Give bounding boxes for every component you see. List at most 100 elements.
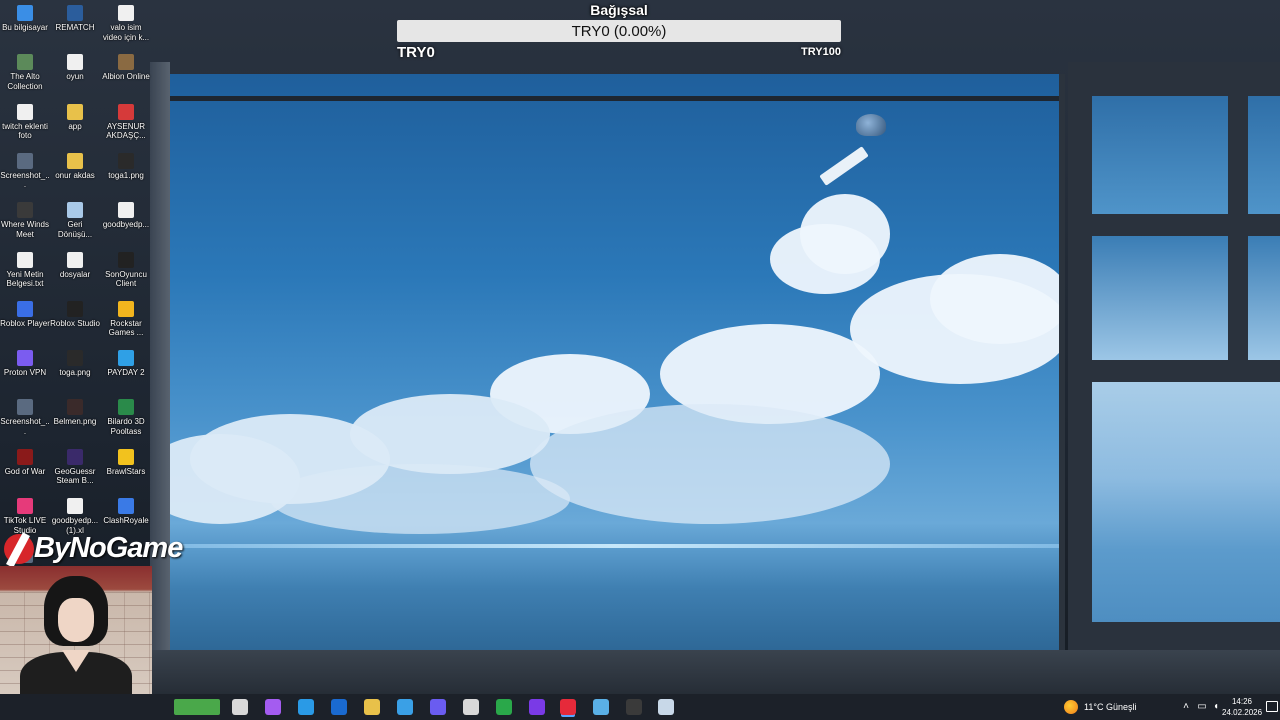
- desktop-icon-label: BrawlStars: [106, 466, 146, 476]
- desktop-icon-label: GeoGuessr Steam B...: [54, 466, 96, 486]
- discord-icon[interactable]: [430, 699, 446, 715]
- cloud: [530, 404, 890, 524]
- brand-mark-icon: [4, 534, 34, 564]
- desktop-icon[interactable]: Bilardo 3D Pooltass: [101, 394, 151, 436]
- desktop-icon[interactable]: Roblox Player: [0, 296, 50, 329]
- desktop-icon[interactable]: REMATCH: [50, 0, 100, 33]
- desktop-icon-label: Bu bilgisayar: [2, 23, 48, 32]
- desktop-icon[interactable]: app: [50, 99, 100, 132]
- desktop-icon[interactable]: Where Winds Meet: [0, 197, 50, 239]
- desktop-icon[interactable]: Screenshot_...: [0, 394, 50, 436]
- donation-min-label: TRY0: [397, 44, 435, 61]
- desktop-icon[interactable]: goodbyedp... (1).xl: [50, 493, 100, 535]
- clock[interactable]: 14:26 24.02.2026: [1222, 696, 1262, 718]
- desktop-icon[interactable]: AYSENUR AKDAŞÇ...: [101, 99, 151, 141]
- desktop-icon[interactable]: Rockstar Games ...: [101, 296, 151, 338]
- desktop-icon-label: The Alto Collection: [7, 72, 43, 91]
- edge-icon[interactable]: [298, 699, 314, 715]
- brawlstars-icon: [118, 448, 134, 465]
- search-box-icon[interactable]: [174, 699, 220, 715]
- notes-app-icon[interactable]: [496, 699, 512, 715]
- steam-icon[interactable]: [658, 699, 674, 715]
- desktop-icon[interactable]: goodbyedp...: [101, 197, 151, 230]
- desktop-icon[interactable]: twitch eklenti foto: [0, 99, 50, 141]
- desktop-icon-label: Roblox Studio: [50, 318, 100, 328]
- desktop-icon-label: Belmen.png: [53, 417, 97, 427]
- god-of-war-icon: [17, 448, 33, 465]
- desktop-icon-label: Geri Dönüşü...: [57, 220, 93, 239]
- desktop-icon[interactable]: Proton VPN: [0, 345, 50, 378]
- desktop-icon-label: Rockstar Games ...: [108, 318, 144, 338]
- text-file-icon: [17, 251, 33, 268]
- window-pane: [1092, 96, 1228, 214]
- webcam-overlay: [0, 566, 152, 696]
- file-explorer-icon[interactable]: [364, 699, 380, 715]
- albion-game-icon: [118, 54, 134, 71]
- streamer-face: [58, 598, 94, 642]
- desktop-icon-label: ClashRoyale: [103, 516, 149, 525]
- desktop-icon[interactable]: God of War: [0, 444, 50, 477]
- desktop-icon-grid: Bu bilgisayar REMATCH valo isim video için…: [0, 0, 152, 584]
- image-icon: [67, 350, 83, 367]
- desktop-icon[interactable]: Yeni Metin Belgesi.txt: [0, 247, 50, 289]
- weather-icon[interactable]: [1064, 700, 1078, 714]
- desktop-icon[interactable]: PAYDAY 2: [101, 345, 151, 378]
- desktop-icon[interactable]: Screenshot_...: [0, 148, 50, 190]
- desktop-icon[interactable]: GeoGuessr Steam B...: [50, 444, 100, 486]
- desktop-icon[interactable]: Belmen.png: [50, 394, 100, 427]
- desktop-icon[interactable]: toga.png: [50, 345, 100, 378]
- desktop-icon[interactable]: Roblox Studio: [50, 296, 100, 329]
- network-icon[interactable]: ▭: [1196, 701, 1208, 713]
- image-icon: [17, 399, 33, 416]
- desktop-icon[interactable]: TikTok LIVE Studio: [0, 493, 50, 535]
- task-view-icon[interactable]: [232, 699, 248, 715]
- taskbar: 11°C Güneşli ˄ ▭ ◖ 14:26 24.02.2026: [0, 694, 1280, 720]
- desktop-icon-label: Roblox Player: [0, 318, 50, 328]
- desktop-icon[interactable]: dosyalar: [50, 247, 100, 280]
- copilot-icon[interactable]: [265, 699, 281, 715]
- microsoft-store-icon[interactable]: [397, 699, 413, 715]
- desktop-icon[interactable]: SonOyuncu Client: [101, 247, 151, 289]
- file-icon: [67, 498, 83, 514]
- cloud: [800, 194, 890, 274]
- donation-max-label: TRY100: [801, 46, 841, 58]
- desktop-icon[interactable]: The Alto Collection: [0, 49, 50, 91]
- recycle-bin-icon: [67, 202, 83, 219]
- clipchamp-icon[interactable]: [529, 699, 545, 715]
- desktop-icon[interactable]: ClashRoyale: [101, 493, 151, 526]
- folder-icon: [67, 103, 83, 120]
- file-icon: [67, 251, 83, 268]
- desktop-icon[interactable]: Bu bilgisayar: [0, 0, 50, 33]
- desktop-icon[interactable]: BrawlStars: [101, 444, 151, 477]
- desktop-icon-label: Yeni Metin Belgesi.txt: [6, 269, 44, 289]
- outlook-icon[interactable]: [331, 699, 347, 715]
- notification-icon[interactable]: [1266, 701, 1278, 712]
- roblox-icon: [17, 300, 33, 317]
- desktop-icon-label: Screenshot_...: [0, 417, 50, 436]
- weather-text[interactable]: 11°C Güneşli: [1084, 702, 1136, 712]
- desktop-icon-label: Albion Online: [102, 72, 150, 82]
- proton-vpn-icon: [17, 350, 33, 367]
- tiktok-icon: [17, 498, 33, 514]
- desktop-icon-label: valo isim video için k...: [102, 23, 150, 42]
- chevron-up-icon[interactable]: ˄: [1180, 701, 1192, 713]
- desktop-icon[interactable]: Geri Dönüşü...: [50, 197, 100, 239]
- desktop-icon-label: Proton VPN: [3, 368, 47, 378]
- desktop-icon[interactable]: Albion Online: [101, 49, 151, 82]
- image-icon: [67, 399, 83, 416]
- obs-icon[interactable]: [626, 699, 642, 715]
- settings-app-icon[interactable]: [593, 699, 609, 715]
- photos-icon[interactable]: [463, 699, 479, 715]
- desktop-icon[interactable]: onur akdas: [50, 148, 100, 181]
- opera-gx-icon[interactable]: [560, 699, 576, 715]
- file-icon: [17, 103, 33, 120]
- image-icon: [118, 152, 134, 169]
- volume-icon[interactable]: ◖: [1210, 701, 1222, 713]
- desktop-icon[interactable]: oyun: [50, 49, 100, 82]
- cloud: [270, 464, 570, 534]
- desktop-icon[interactable]: valo isim video için k...: [101, 0, 151, 42]
- desktop-icon[interactable]: toga1.png: [101, 148, 151, 181]
- wallpaper-frame-left: [150, 62, 170, 662]
- window-pane: [1248, 96, 1280, 214]
- desktop-icon-label: Bilardo 3D Pooltass: [107, 417, 145, 436]
